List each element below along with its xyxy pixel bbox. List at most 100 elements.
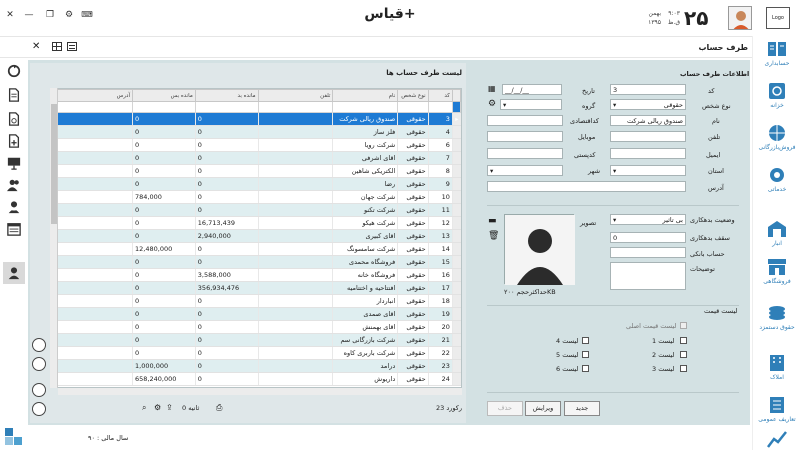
user-avatar[interactable] [728, 6, 752, 30]
export-small-icon[interactable]: ⇪ [166, 403, 173, 412]
filter-cell[interactable] [332, 101, 399, 113]
person-type-select[interactable]: ▾ حقوقی [610, 99, 686, 110]
col-header[interactable]: مانده بد [194, 89, 259, 102]
refresh-icon[interactable] [5, 62, 23, 80]
nav-item-payroll[interactable]: حقوق دستمزد [753, 304, 800, 331]
person-badge-icon[interactable] [5, 198, 23, 216]
table-row[interactable]: 19 حقوقی اقای صمدی 0 0 [51, 307, 461, 321]
table-row[interactable]: 22 حقوقی شرکت باربری کاوه 0 0 [51, 346, 461, 360]
close-window-icon[interactable]: ✕ [4, 10, 16, 20]
col-header[interactable]: تلفن [257, 89, 334, 102]
row-indicator[interactable] [451, 164, 461, 178]
mobile-field[interactable] [487, 131, 563, 142]
row-indicator[interactable] [451, 125, 461, 139]
nav-item-treasury[interactable]: خزانه [753, 82, 800, 109]
person-icon[interactable] [3, 262, 25, 284]
import-icon[interactable] [32, 357, 46, 371]
table-row[interactable]: 9 حقوقی رضا 0 0 [51, 177, 461, 191]
row-indicator[interactable] [451, 138, 461, 152]
table-row[interactable]: 14 حقوقی شرکت سامسونگ 0 12,480,000 [51, 242, 461, 256]
filter-icon[interactable]: ⌕ [142, 403, 146, 413]
col-header[interactable]: آدرس [51, 89, 134, 102]
row-indicator[interactable] [451, 320, 461, 334]
filter-cell[interactable] [51, 101, 134, 113]
presentation-icon[interactable] [5, 154, 23, 172]
table-row[interactable]: 6 حقوقی شرکت رویا 0 0 [51, 138, 461, 152]
address-field[interactable] [487, 181, 686, 192]
new-button[interactable]: جدید [564, 401, 600, 416]
col-header[interactable]: نوع شخص [397, 89, 429, 102]
price-list-checkbox[interactable] [582, 365, 589, 372]
table-row[interactable]: 4 حقوقی فلز ساز 0 0 [51, 125, 461, 139]
debt-status-select[interactable]: ▾ بی تاثیر [610, 214, 686, 225]
price-main-checkbox[interactable] [680, 322, 687, 329]
form-view-icon[interactable] [67, 42, 77, 51]
email-field[interactable] [610, 148, 686, 159]
name-field[interactable]: صندوق ریالی شرکت [610, 115, 686, 126]
postal-code-field[interactable] [487, 148, 563, 159]
row-indicator[interactable] [451, 372, 461, 386]
grid-view-icon[interactable] [52, 42, 62, 51]
settings-gear-icon[interactable]: ⚙ [63, 10, 75, 20]
row-indicator[interactable] [451, 307, 461, 321]
nav-item-store[interactable]: فروشگاهی [753, 258, 800, 285]
settings-icon[interactable]: ⚙ [154, 403, 161, 412]
exit-icon[interactable] [32, 383, 46, 397]
row-indicator[interactable] [451, 216, 461, 230]
price-list-checkbox[interactable] [680, 337, 687, 344]
row-indicator[interactable] [451, 151, 461, 165]
filter-cell[interactable] [427, 101, 453, 113]
code-field[interactable]: 3 [610, 84, 686, 95]
debt-ceiling-field[interactable]: 0 [610, 232, 686, 243]
nav-item-real-estate[interactable]: املاک [753, 354, 800, 381]
col-header[interactable]: مانده بس [132, 89, 196, 102]
calendar-list-icon[interactable] [5, 220, 23, 238]
edit-button[interactable]: ویرایش [525, 401, 561, 416]
table-row[interactable]: 7 حقوقی اقای اشرفی 0 0 [51, 151, 461, 165]
table-row[interactable]: 17 حقوقی افتتاحیه و اختتامیه 356,934,476 0 [51, 281, 461, 295]
bank-account-field[interactable] [610, 247, 686, 258]
economic-code-field[interactable] [487, 115, 563, 126]
table-row[interactable]: 10 حقوقی شرکت جهان 0 784,000 [51, 190, 461, 204]
calendar-icon[interactable]: ▦ [488, 84, 499, 95]
delete-button[interactable]: حذف [487, 401, 523, 416]
date-field[interactable]: __/__/__ [502, 84, 562, 95]
table-row[interactable]: 20 حقوقی اقای بهمنش 0 0 [51, 320, 461, 334]
document-add-icon[interactable] [5, 132, 23, 150]
table-row[interactable]: 24 حقوقی داریوش 0 658,240,000 [51, 372, 461, 386]
row-indicator[interactable] [451, 190, 461, 204]
province-select[interactable]: ▾ [610, 165, 686, 176]
price-list-checkbox[interactable] [680, 351, 687, 358]
row-indicator[interactable] [451, 281, 461, 295]
table-row[interactable]: 15 حقوقی فروشگاه محمدی 0 0 [51, 255, 461, 269]
price-list-checkbox[interactable] [582, 337, 589, 344]
table-row[interactable]: 12 حقوقی شرکت هیکو 16,713,439 0 [51, 216, 461, 230]
folder-icon[interactable]: ▬ [488, 216, 497, 226]
row-indicator[interactable] [451, 333, 461, 347]
col-header[interactable]: نام [332, 89, 399, 102]
filter-cell[interactable] [397, 101, 429, 113]
row-indicator[interactable] [451, 346, 461, 360]
print-small-icon[interactable]: ⎙ [216, 403, 222, 413]
price-list-checkbox[interactable] [680, 365, 687, 372]
export-icon[interactable] [32, 338, 46, 352]
table-row[interactable]: 8 حقوقی الکتریکی شاهین 0 0 [51, 164, 461, 178]
filter-cell[interactable] [257, 101, 334, 113]
document-icon[interactable] [5, 86, 23, 104]
users-icon[interactable] [5, 176, 23, 194]
row-indicator[interactable] [451, 294, 461, 308]
restore-icon[interactable]: ❐ [44, 10, 56, 20]
table-row[interactable]: 21 حقوقی شرکت بازرگانی سم 0 0 [51, 333, 461, 347]
table-row[interactable]: 18 حقوقی انباردار 0 0 [51, 294, 461, 308]
group-settings-icon[interactable]: ⚙ [488, 99, 496, 109]
nav-item-definitions[interactable]: تعاریف عمومی [753, 396, 800, 423]
row-indicator[interactable] [451, 255, 461, 269]
row-indicator[interactable] [451, 177, 461, 191]
row-indicator[interactable] [451, 229, 461, 243]
keyboard-icon[interactable]: ⌨ [81, 10, 93, 19]
price-list-checkbox[interactable] [582, 351, 589, 358]
nav-item-services[interactable]: خدماتی [753, 166, 800, 193]
phone-field[interactable] [610, 131, 686, 142]
trash-icon[interactable]: 🗑 [488, 231, 499, 241]
nav-item-sales[interactable]: فروش‌بازرگانی [753, 124, 800, 151]
